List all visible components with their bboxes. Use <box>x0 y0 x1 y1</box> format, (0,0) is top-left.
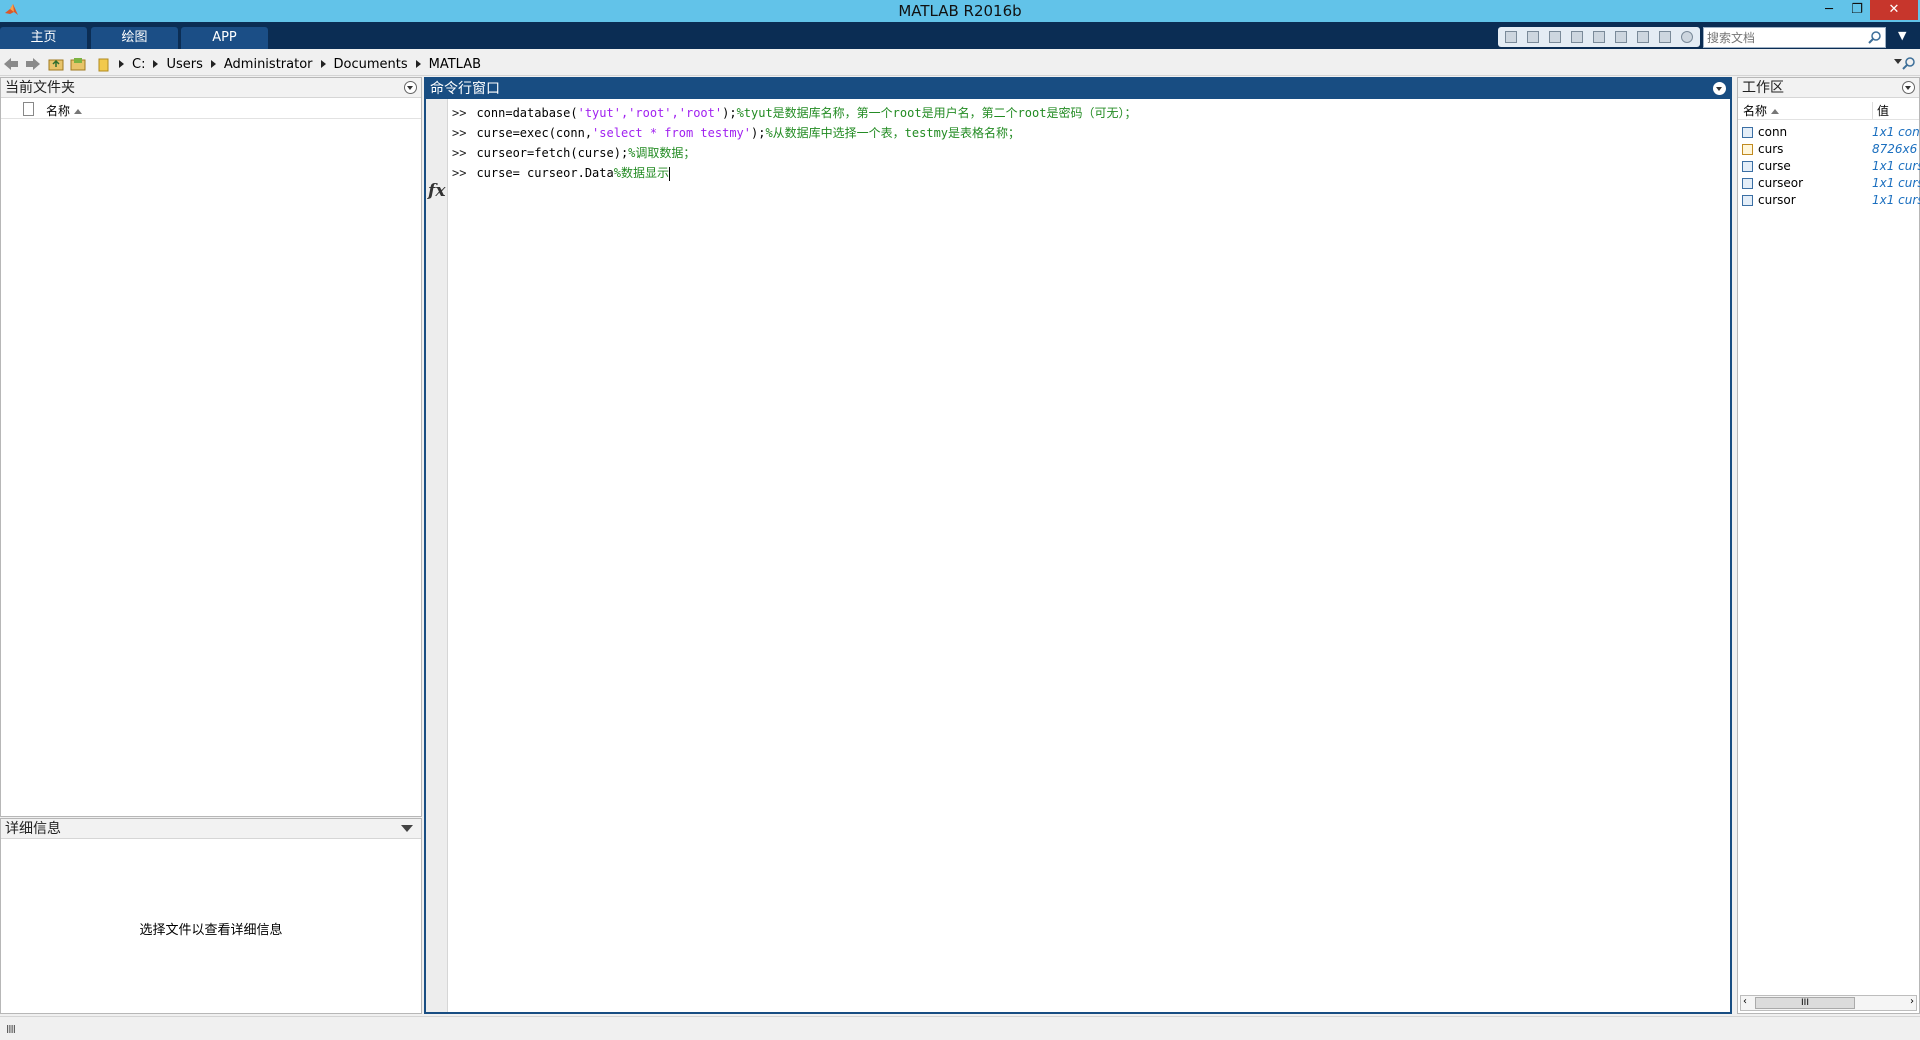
variable-name: curs <box>1758 142 1784 156</box>
close-button[interactable]: ✕ <box>1870 0 1918 20</box>
command-window-header: 命令行窗口 <box>426 79 1730 99</box>
scrollbar-thumb[interactable]: III <box>1755 997 1855 1009</box>
panel-title: 工作区 <box>1742 80 1784 96</box>
command-line: >> curseor=fetch(curse);%调取数据； <box>452 146 696 160</box>
tab-apps[interactable]: APP <box>181 27 268 49</box>
current-folder-panel: 当前文件夹 名称 <box>0 77 422 817</box>
window-title: MATLAB R2016b <box>898 2 1022 20</box>
command-line: >> conn=database('tyut','root','root');%t… <box>452 106 1137 120</box>
column-value-label[interactable]: 值 <box>1872 102 1889 119</box>
quick-access-toolbar <box>1498 27 1700 47</box>
crumb-documents[interactable]: Documents <box>329 57 413 72</box>
browse-folder-icon[interactable] <box>69 55 87 73</box>
scroll-left-icon[interactable]: ‹ <box>1743 996 1747 1007</box>
status-grip-icon: IIII <box>6 1023 16 1036</box>
ribbon-menu-icon[interactable]: ▼ <box>1898 29 1914 45</box>
undo-icon[interactable] <box>1611 28 1631 46</box>
variable-name: curseor <box>1758 176 1804 190</box>
variable-icon <box>1742 161 1753 172</box>
search-icon[interactable] <box>1868 30 1882 44</box>
doc-search-input[interactable] <box>1704 28 1854 47</box>
workspace-variable-row[interactable]: conn 1x1 conn <box>1738 124 1920 141</box>
restore-button[interactable]: ❐ <box>1844 0 1870 20</box>
address-bar: C: Users Administrator Documents MATLAB <box>0 52 1920 76</box>
save-icon[interactable] <box>1523 28 1543 46</box>
doc-search-box[interactable] <box>1703 27 1886 48</box>
variable-icon <box>1742 195 1753 206</box>
folder-icon <box>98 58 109 72</box>
layout-icon[interactable] <box>1501 28 1521 46</box>
text-caret <box>668 166 670 181</box>
sort-ascending-icon <box>74 109 83 114</box>
redo-icon[interactable] <box>1633 28 1653 46</box>
workspace-variable-row[interactable]: cursor 1x1 curs <box>1738 192 1920 209</box>
search-icon[interactable] <box>1902 56 1916 70</box>
current-folder-header: 当前文件夹 <box>1 78 421 98</box>
column-name-label[interactable]: 名称 <box>46 102 83 119</box>
chevron-down-icon[interactable] <box>401 825 413 832</box>
crumb-matlab[interactable]: MATLAB <box>424 57 486 72</box>
variable-name: conn <box>1758 125 1788 139</box>
details-panel: 详细信息 选择文件以查看详细信息 <box>0 818 422 1014</box>
column-name-label[interactable]: 名称 <box>1743 102 1780 119</box>
variable-value: 1x1 curs <box>1872 176 1920 190</box>
breadcrumb[interactable]: C: Users Administrator Documents MATLAB <box>116 54 1890 74</box>
back-icon[interactable] <box>2 55 20 73</box>
variable-value: 1x1 curs <box>1872 193 1920 207</box>
crumb-drive[interactable]: C: <box>127 57 150 72</box>
title-bar: MATLAB R2016b ─ ❐ ✕ <box>0 0 1920 22</box>
forward-icon[interactable] <box>24 55 42 73</box>
panel-menu-icon[interactable] <box>404 81 417 94</box>
panel-title: 详细信息 <box>5 821 61 837</box>
path-dropdown-icon[interactable] <box>1894 59 1902 64</box>
paste-icon[interactable] <box>1589 28 1609 46</box>
workspace-variable-row[interactable]: curse 1x1 curs <box>1738 158 1920 175</box>
details-header[interactable]: 详细信息 <box>1 819 421 839</box>
variable-value: 8726x6 <box>1872 142 1918 156</box>
command-input-line[interactable]: >> curse= curseor.Data%数据显示 <box>452 163 1730 183</box>
column-header[interactable]: 名称 <box>1 99 421 119</box>
tab-home[interactable]: 主页 <box>0 27 87 49</box>
details-message: 选择文件以查看详细信息 <box>139 923 283 938</box>
function-browser-icon[interactable]: fx <box>428 181 445 201</box>
scroll-right-icon[interactable]: › <box>1910 996 1914 1007</box>
variable-name: curse <box>1758 159 1791 173</box>
command-history-lines[interactable]: >> conn=database('tyut','root','root');%t… <box>452 103 1730 183</box>
cell-array-icon <box>1742 144 1753 155</box>
variable-icon <box>1742 178 1753 189</box>
minimize-button[interactable]: ─ <box>1816 0 1842 20</box>
workspace-header: 工作区 <box>1738 78 1919 98</box>
folder-up-icon[interactable] <box>47 55 65 73</box>
panel-title: 命令行窗口 <box>430 81 500 97</box>
file-icon <box>23 102 34 116</box>
variable-value: 1x1 conn <box>1872 125 1920 139</box>
copy-icon[interactable] <box>1567 28 1587 46</box>
panel-menu-icon[interactable] <box>1713 82 1726 95</box>
horizontal-scrollbar[interactable]: ‹ III › <box>1740 995 1917 1011</box>
workspace-variable-row[interactable]: curs 8726x6 <box>1738 141 1919 158</box>
crumb-administrator[interactable]: Administrator <box>219 57 318 72</box>
cut-icon[interactable] <box>1545 28 1565 46</box>
command-line: >> curse=exec(conn,'select * from testmy'… <box>452 126 1021 140</box>
variable-icon <box>1742 127 1753 138</box>
panel-menu-icon[interactable] <box>1902 81 1915 94</box>
variable-value: 1x1 curs <box>1872 159 1920 173</box>
variable-name: cursor <box>1758 193 1796 207</box>
tab-plots[interactable]: 绘图 <box>91 27 178 49</box>
sort-ascending-icon <box>1771 109 1780 114</box>
workspace-column-header: 名称 值 <box>1738 99 1919 120</box>
status-bar: IIII <box>0 1016 1920 1040</box>
help-icon[interactable] <box>1677 28 1697 46</box>
command-gutter: fx <box>426 99 448 1012</box>
crumb-users[interactable]: Users <box>161 57 207 72</box>
switch-windows-icon[interactable] <box>1655 28 1675 46</box>
command-window[interactable]: 命令行窗口 fx >> conn=database('tyut','root','… <box>424 77 1732 1014</box>
workspace-panel: 工作区 名称 值 conn 1x1 conn curs 8726x6 curse… <box>1737 77 1920 1014</box>
panel-title: 当前文件夹 <box>5 80 75 96</box>
workspace-variable-row[interactable]: curseor 1x1 curs <box>1738 175 1920 192</box>
